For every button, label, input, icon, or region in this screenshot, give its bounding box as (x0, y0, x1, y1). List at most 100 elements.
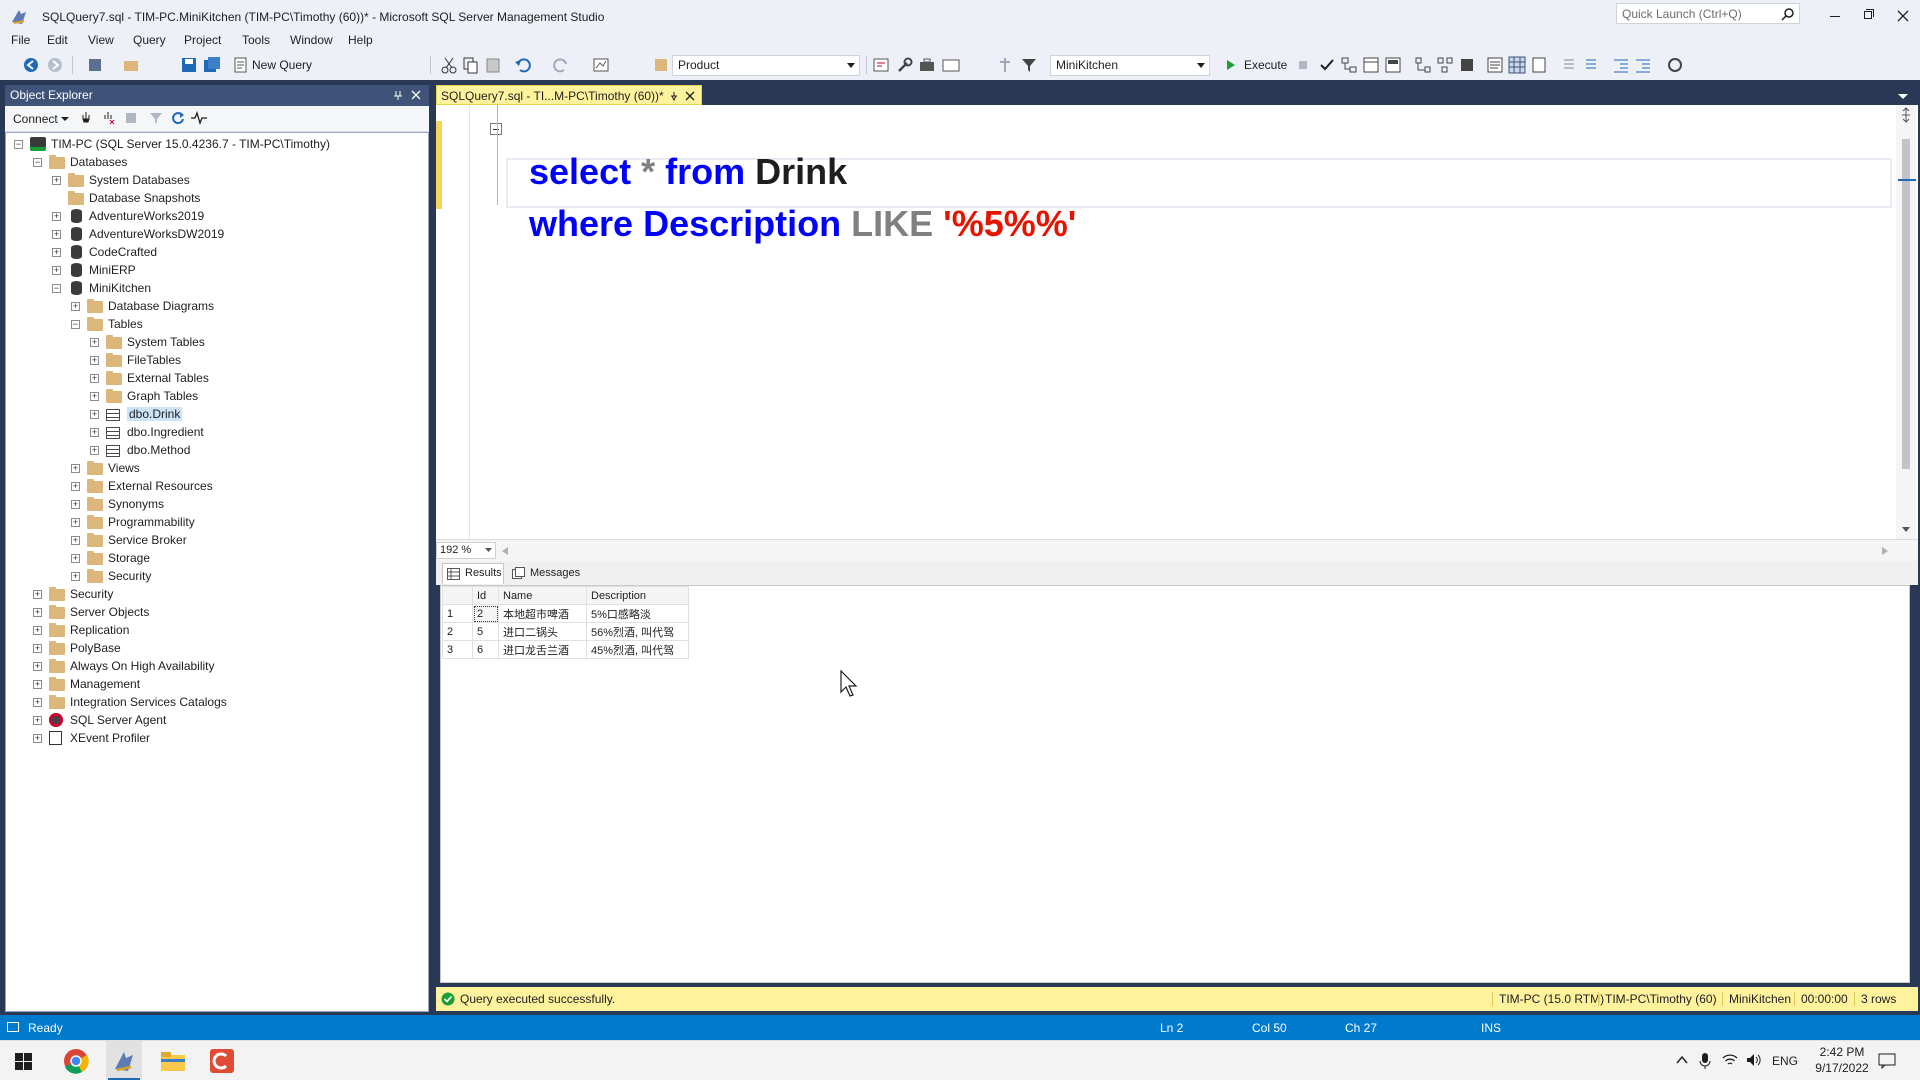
microphone-icon[interactable] (1699, 1052, 1711, 1070)
tab-messages[interactable]: Messages (508, 563, 584, 584)
windows-start-icon[interactable] (15, 1053, 32, 1070)
document-list-dropdown-icon[interactable] (1898, 92, 1908, 100)
expander-icon[interactable]: − (33, 158, 42, 167)
tab-results[interactable]: Results (442, 563, 504, 584)
scroll-down-icon[interactable] (1902, 527, 1910, 533)
solution-combo[interactable]: Product (672, 55, 860, 76)
undo-icon[interactable] (514, 56, 532, 74)
table-row[interactable]: 3 6 进口龙舌兰酒 45%烈酒, 叫代驾 (442, 640, 689, 659)
expander-icon[interactable]: + (90, 338, 99, 347)
language-indicator[interactable]: ENG (1772, 1054, 1798, 1068)
minimize-button[interactable] (1828, 6, 1842, 26)
results-to-file-icon[interactable] (1530, 56, 1548, 74)
row-number[interactable]: 3 (442, 640, 473, 659)
expander-icon[interactable]: − (71, 320, 80, 329)
cell-name[interactable]: 进口龙舌兰酒 (498, 640, 587, 659)
menu-project[interactable]: Project (184, 33, 221, 47)
menu-edit[interactable]: Edit (47, 33, 68, 47)
expander-icon[interactable]: + (52, 266, 61, 275)
results-to-text-icon[interactable] (1486, 56, 1504, 74)
expander-icon[interactable]: + (71, 302, 80, 311)
column-header-rownum[interactable] (442, 586, 473, 605)
expander-icon[interactable]: + (90, 356, 99, 365)
taskbar-clock[interactable]: 2:42 PM 9/17/2022 (1812, 1045, 1872, 1077)
row-number[interactable]: 2 (442, 622, 473, 641)
zoom-combo[interactable]: 192 % (436, 542, 496, 559)
output-window-icon[interactable] (7, 1021, 19, 1033)
expander-icon[interactable]: + (71, 554, 80, 563)
expander-icon[interactable]: + (33, 716, 42, 725)
solution-config-icon[interactable] (652, 56, 670, 74)
menu-view[interactable]: View (88, 33, 114, 47)
connect-button[interactable]: Connect (13, 112, 58, 126)
tab-close-icon[interactable] (685, 91, 695, 101)
actual-plan-icon[interactable] (1414, 56, 1432, 74)
open-file-icon[interactable] (122, 56, 140, 74)
cancel-query-icon[interactable] (1296, 56, 1314, 74)
expander-icon[interactable]: + (33, 662, 42, 671)
expander-icon[interactable]: + (90, 374, 99, 383)
activity-monitor-icon[interactable] (592, 56, 610, 74)
pin-icon[interactable] (393, 90, 403, 100)
expander-icon[interactable]: + (33, 734, 42, 743)
filter-funnel-icon[interactable] (149, 111, 163, 125)
display-estimated-plan-icon[interactable] (1340, 56, 1358, 74)
cell-name[interactable]: 本地超市啤酒 (498, 604, 587, 623)
decrease-indent-icon[interactable] (1612, 56, 1630, 74)
cell-id[interactable]: 6 (472, 640, 499, 659)
expander-icon[interactable]: − (52, 284, 61, 293)
live-stats-icon[interactable] (1436, 56, 1454, 74)
table-row[interactable]: 1 2 本地超市啤酒 5%口感略淡 (442, 604, 689, 623)
increase-indent-icon[interactable] (1634, 56, 1652, 74)
expander-icon[interactable]: + (33, 626, 42, 635)
menu-tools[interactable]: Tools (242, 33, 270, 47)
tray-chevron-icon[interactable] (1676, 1055, 1688, 1065)
volume-icon[interactable] (1746, 1053, 1762, 1067)
chrome-icon[interactable] (63, 1048, 89, 1074)
execute-button[interactable]: Execute (1244, 58, 1287, 72)
tab-pin-icon[interactable] (669, 91, 679, 101)
cell-id[interactable]: 5 (472, 622, 499, 641)
cut-icon[interactable] (440, 56, 458, 74)
expander-icon[interactable]: + (33, 644, 42, 653)
expander-icon[interactable]: + (33, 680, 42, 689)
expander-icon[interactable]: + (52, 230, 61, 239)
expander-icon[interactable]: + (33, 608, 42, 617)
expander-icon[interactable]: + (52, 248, 61, 257)
editor-scroll-thumb[interactable] (1902, 139, 1910, 469)
menu-window[interactable]: Window (290, 33, 333, 47)
back-icon[interactable] (22, 56, 40, 74)
scroll-left-icon[interactable] (502, 547, 508, 555)
wifi-icon[interactable] (1722, 1053, 1738, 1067)
available-databases-combo[interactable]: MiniKitchen (1050, 55, 1210, 76)
connect-dropdown-icon[interactable] (61, 115, 69, 123)
menu-query[interactable]: Query (133, 33, 166, 47)
uncomment-icon[interactable] (1582, 56, 1600, 74)
close-panel-icon[interactable] (411, 90, 421, 100)
disconnect-icon[interactable] (101, 111, 115, 125)
client-stats-icon[interactable] (1458, 56, 1476, 74)
results-to-grid-icon[interactable] (1508, 56, 1526, 74)
file-explorer-icon[interactable] (160, 1049, 186, 1073)
redo-icon[interactable] (552, 56, 570, 74)
cell-name[interactable]: 进口二锅头 (498, 622, 587, 641)
wrench-icon[interactable] (896, 56, 914, 74)
new-project-icon[interactable] (86, 56, 104, 74)
table-row[interactable]: 2 5 进口二锅头 56%烈酒, 叫代驾 (442, 622, 689, 641)
intellisense-icon[interactable] (1384, 56, 1402, 74)
quick-launch-box[interactable]: Quick Launch (Ctrl+Q) (1616, 3, 1800, 24)
split-view-icon[interactable] (1900, 107, 1912, 123)
new-query-icon[interactable] (232, 56, 250, 74)
column-header-description[interactable]: Description (586, 586, 689, 605)
save-icon[interactable] (180, 56, 198, 74)
expander-icon[interactable]: + (90, 410, 99, 419)
cell-id-selected[interactable]: 2 (472, 604, 499, 623)
restore-button[interactable] (1862, 6, 1876, 26)
notifications-icon[interactable] (1878, 1053, 1896, 1069)
collapse-region-icon[interactable] (490, 123, 502, 135)
cell-description[interactable]: 45%烈酒, 叫代驾 (586, 640, 689, 659)
connect-plug-icon[interactable] (79, 111, 93, 125)
expander-icon[interactable]: + (33, 698, 42, 707)
search-icon[interactable] (1781, 7, 1795, 21)
row-number[interactable]: 1 (442, 604, 473, 623)
